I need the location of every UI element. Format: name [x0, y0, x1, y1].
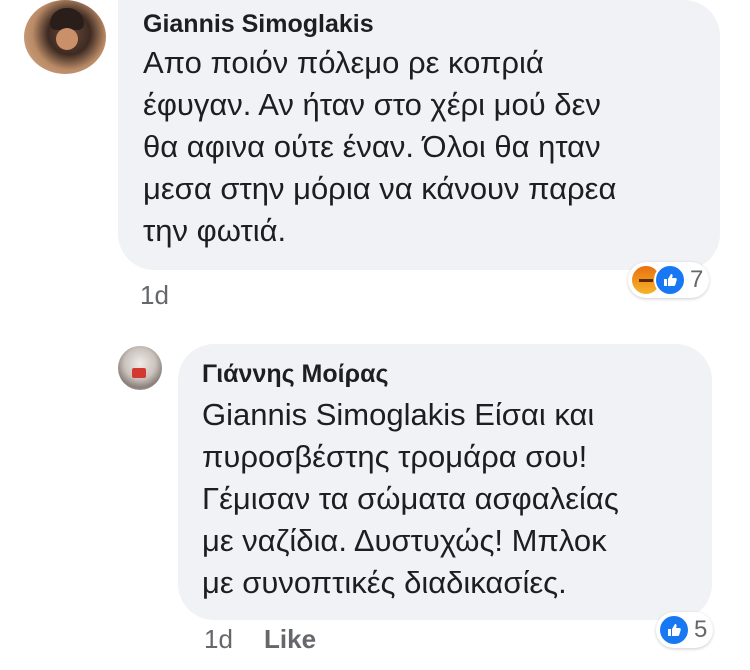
comment-timestamp[interactable]: 1d [140, 280, 169, 311]
reaction-count: 7 [690, 266, 704, 293]
reaction-count: 5 [694, 616, 708, 643]
avatar[interactable] [118, 346, 162, 390]
comment-timestamp[interactable]: 1d [204, 624, 233, 655]
comment-text: Απο ποιόν πόλεμο ρε κοπριά έφυγαν. Αν ήτ… [143, 45, 617, 248]
reactions-summary[interactable]: 5 [656, 612, 714, 648]
like-button[interactable]: Like [264, 624, 316, 655]
avatar[interactable] [24, 0, 106, 74]
avatar-helmet [50, 8, 84, 30]
comment-text: Giannis Simoglakis Είσαι και πυροσβέστης… [202, 397, 619, 600]
like-icon [654, 264, 686, 296]
comment-thread: Giannis Simoglakis Απο ποιόν πόλεμο ρε κ… [0, 0, 750, 670]
avatar-patch [132, 368, 146, 378]
reactions-summary[interactable]: 7 [628, 262, 710, 298]
comment-author[interactable]: Γιάννης Μοίρας [202, 360, 388, 389]
comment-author[interactable]: Giannis Simoglakis [143, 10, 374, 39]
avatar-face [56, 28, 78, 50]
like-icon [658, 614, 690, 646]
